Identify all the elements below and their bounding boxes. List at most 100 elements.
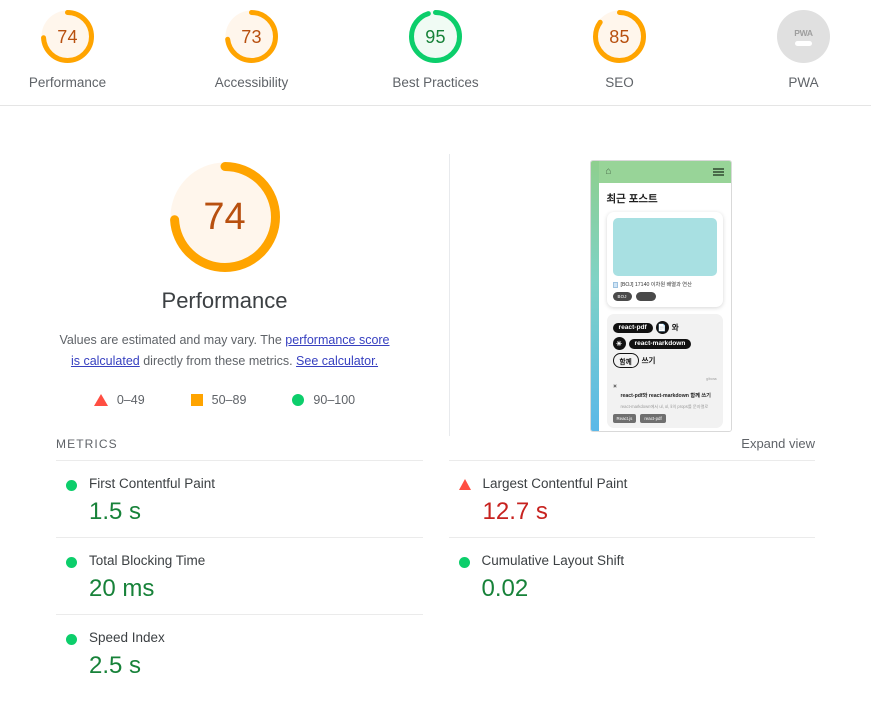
gauge-label: Performance xyxy=(28,75,107,90)
performance-gauge-large[interactable]: 74 xyxy=(169,162,280,272)
legend-range: 90–100 xyxy=(313,393,356,408)
gauge-score: 95 xyxy=(425,26,446,47)
legend-item-square: 50–89 xyxy=(190,393,247,408)
hero-pill-react-pdf: react-pdf xyxy=(612,322,653,333)
screenshot-side-gradient xyxy=(590,161,599,431)
metric-value: 12.7 s xyxy=(482,497,548,525)
post-title: [BOJ] 17140 이차원 배열과 연산 xyxy=(620,282,692,288)
pwa-badge-text: PWA xyxy=(794,27,813,38)
hero-sun-icon: ☀ xyxy=(612,337,626,350)
gauge-performance[interactable]: 74 Performance xyxy=(8,10,128,90)
metric-row[interactable]: Speed Index 2.5 s xyxy=(56,614,423,691)
home-icon: ⌂ xyxy=(605,166,612,177)
post2-hero-graphic: react-pdf 📄 와 ☀ react-markdown 함께 쓰기 xyxy=(612,320,717,375)
pwa-dash-icon xyxy=(795,40,812,46)
metric-pass-icon xyxy=(66,480,77,491)
post-chip-blank xyxy=(635,292,656,301)
metrics-section: METRICS Expand view First Contentful Pai… xyxy=(0,436,871,691)
hero-word-write: 쓰기 xyxy=(641,356,656,365)
metric-pass-icon xyxy=(458,557,470,569)
post2-tags: React.js react-pdf xyxy=(612,413,717,423)
gauge-accessibility[interactable]: 73 Accessibility xyxy=(192,10,312,90)
screenshot-post-card-2: react-pdf 📄 와 ☀ react-markdown 함께 쓰기 g/b… xyxy=(606,314,723,428)
page-screenshot-thumbnail[interactable]: ⌂ 최근 포스트 [BOJ] 17140 이차원 배열과 연산 BOJ reac… xyxy=(589,160,732,432)
gauge-pwa[interactable]: PWA PWA xyxy=(744,10,864,90)
hero-document-icon: 📄 xyxy=(655,321,669,334)
metric-name: Largest Contentful Paint xyxy=(482,476,628,491)
post-title-row: [BOJ] 17140 이차원 배열과 연산 xyxy=(612,281,717,288)
legend-item-triangle: 0–49 xyxy=(93,393,145,408)
metric-empty-cell xyxy=(449,614,816,691)
sun-icon: ☀ xyxy=(612,384,618,390)
gauge-label: Best Practices xyxy=(392,75,479,90)
metric-row[interactable]: Total Blocking Time 20 ms xyxy=(56,537,423,614)
gauge-ring: 95 xyxy=(409,10,462,63)
screenshot-page-heading: 최근 포스트 xyxy=(606,193,658,205)
gauge-ring: 74 xyxy=(41,10,94,63)
post-thumbnail-image xyxy=(612,218,717,276)
score-column: 74 Performance Values are estimated and … xyxy=(0,154,450,436)
legend-square-icon xyxy=(190,394,203,407)
performance-score-value: 74 xyxy=(203,196,246,238)
hero-word-wa: 와 xyxy=(671,323,679,332)
category-description: Values are estimated and may vary. The p… xyxy=(55,330,395,371)
metric-value: 1.5 s xyxy=(89,497,142,525)
gauge-ring: 73 xyxy=(225,10,278,63)
screenshot-body: ⌂ 최근 포스트 [BOJ] 17140 이차원 배열과 연산 BOJ reac… xyxy=(598,161,731,431)
metric-pass-icon xyxy=(66,634,77,646)
metric-name: First Contentful Paint xyxy=(89,476,216,491)
hero-line-3: 함께 쓰기 xyxy=(612,353,717,368)
legend-circle-icon xyxy=(292,394,305,407)
gauge-score: 74 xyxy=(57,26,78,47)
post2-description: react-markdown에서 ul, ol, li의 props를 문자열로 xyxy=(620,404,709,409)
post2-summary: ☀ react-pdf와 react-markdown 함께 쓰기 react-… xyxy=(613,384,717,410)
hero-pill-react-markdown: react-markdown xyxy=(628,338,692,349)
metric-row[interactable]: Largest Contentful Paint 12.7 s xyxy=(448,460,815,537)
description-text-part1: Values are estimated and may vary. The xyxy=(59,333,286,347)
pwa-null-gauge: PWA xyxy=(777,10,830,63)
metric-value: 0.02 xyxy=(481,574,529,602)
gauge-ring: 85 xyxy=(593,10,646,63)
document-icon xyxy=(612,281,618,288)
post-chip: BOJ xyxy=(612,292,632,301)
metrics-header: METRICS Expand view xyxy=(34,436,837,451)
post-tag-chips: BOJ xyxy=(612,292,717,301)
category-title: Performance xyxy=(161,288,288,313)
post2-tag: React.js xyxy=(612,413,637,423)
screenshot-column: ⌂ 최근 포스트 [BOJ] 17140 이차원 배열과 연산 BOJ reac… xyxy=(450,154,871,436)
screenshot-content: 최근 포스트 [BOJ] 17140 이차원 배열과 연산 BOJ react-… xyxy=(598,183,731,431)
metric-value: 2.5 s xyxy=(89,651,142,679)
description-text-part2: directly from these metrics. xyxy=(139,353,297,368)
gauge-best-practices[interactable]: 95 Best Practices xyxy=(376,10,496,90)
metric-name: Speed Index xyxy=(89,630,165,646)
score-gauges-strip: 74 Performance 73 Accessibility 95 Best … xyxy=(0,0,871,106)
legend-triangle-icon xyxy=(93,394,108,407)
gauge-seo[interactable]: 85 SEO xyxy=(560,10,680,90)
hero-line-2: ☀ react-markdown xyxy=(612,337,717,350)
metrics-heading: METRICS xyxy=(56,437,118,451)
hero-pill-together: 함께 xyxy=(612,353,639,368)
legend-range: 0–49 xyxy=(116,393,145,408)
score-legend: 0–49 50–89 90–100 xyxy=(93,393,355,408)
post2-title: react-pdf와 react-markdown 함께 쓰기 xyxy=(620,393,711,399)
metric-row[interactable]: Cumulative Layout Shift 0.02 xyxy=(448,537,815,614)
metric-pass-icon xyxy=(66,557,77,569)
hero-line-1: react-pdf 📄 와 xyxy=(612,321,717,334)
metric-fail-icon xyxy=(458,479,471,490)
hamburger-menu-icon xyxy=(712,168,724,176)
expand-view-button[interactable]: Expand view xyxy=(741,436,815,451)
performance-category-section: 74 Performance Values are estimated and … xyxy=(0,106,871,436)
gauge-score: 73 xyxy=(241,26,262,47)
metric-name: Cumulative Layout Shift xyxy=(481,553,625,569)
metric-name: Total Blocking Time xyxy=(89,553,206,569)
legend-item-circle: 90–100 xyxy=(292,393,355,407)
see-calculator-link[interactable]: See calculator. xyxy=(296,354,378,368)
metric-row[interactable]: First Contentful Paint 1.5 s xyxy=(56,460,423,537)
legend-range: 50–89 xyxy=(211,393,247,408)
metric-value: 20 ms xyxy=(89,574,155,602)
post2-meta: g/bona xyxy=(706,377,717,381)
gauge-label: PWA xyxy=(788,75,819,90)
gauge-score: 85 xyxy=(609,26,630,47)
metrics-grid: First Contentful Paint 1.5 s Largest Con… xyxy=(34,460,837,691)
screenshot-post-card-1: [BOJ] 17140 이차원 배열과 연산 BOJ xyxy=(606,212,723,307)
